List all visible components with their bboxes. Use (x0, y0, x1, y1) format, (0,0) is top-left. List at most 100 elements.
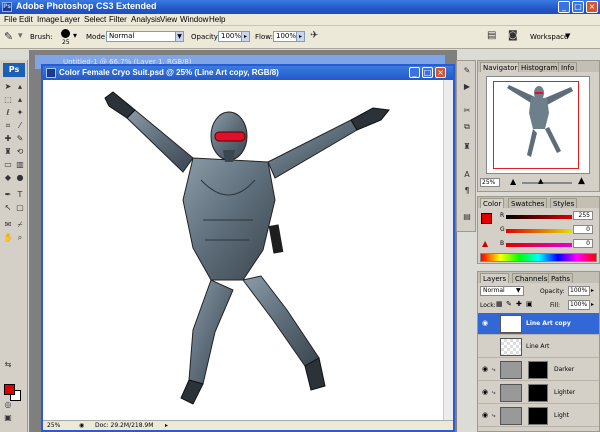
brush-tool-icon-side[interactable]: ✎ (15, 134, 25, 143)
visibility-eye-icon[interactable]: ◉ (480, 411, 490, 419)
tab-navigator[interactable]: Navigator (480, 62, 521, 72)
channel-r-value[interactable]: 255 (573, 211, 593, 220)
tab-channels[interactable]: Channels (512, 273, 551, 283)
menu-filter[interactable]: Filter (109, 15, 127, 24)
layer-opacity-arrow-icon[interactable]: ▸ (591, 287, 594, 294)
layer-mask-thumbnail[interactable] (528, 407, 548, 425)
history-panel-icon[interactable]: ▤ (461, 211, 473, 222)
navigator-zoom-field[interactable]: 25% (480, 178, 500, 187)
layer-row[interactable]: ◉ ⤷ Darker (478, 359, 599, 381)
shape-tool-icon[interactable]: ▢ (15, 203, 25, 212)
quick-mask-icon[interactable]: ◎ (3, 400, 13, 409)
opacity-slider-icon[interactable]: ▸ (241, 31, 250, 42)
tab-layers[interactable]: Layers (480, 273, 510, 283)
tab-swatches[interactable]: Swatches (508, 198, 548, 208)
tab-histogram[interactable]: Histogram (518, 62, 561, 72)
menu-layer[interactable]: Layer (60, 15, 80, 24)
magic-wand-tool-icon[interactable]: ✦ (15, 108, 25, 117)
path-selection-tool-icon[interactable]: ↖ (3, 203, 13, 212)
mode-select[interactable]: Normal (106, 31, 176, 42)
channel-b-value[interactable]: 0 (573, 239, 593, 248)
brush-tool-icon[interactable]: ✎ (4, 30, 13, 43)
mode-dropdown-icon[interactable]: ▼ (175, 31, 184, 42)
channel-r-slider[interactable] (506, 215, 572, 219)
clone-source-icon[interactable]: ♜ (461, 141, 473, 152)
layer-mask-thumbnail[interactable] (528, 384, 548, 402)
visibility-eye-icon[interactable] (480, 342, 490, 350)
vertical-scrollbar[interactable] (443, 80, 453, 420)
tab-color[interactable]: Color (480, 198, 505, 208)
menu-image[interactable]: Image (37, 15, 59, 24)
menu-analysis[interactable]: Analysis (131, 15, 161, 24)
eyedropper-tool-icon[interactable]: ⌿ (15, 220, 25, 229)
layer-row[interactable]: ◉ ⤷ Lighter (478, 382, 599, 404)
navigator-view-box[interactable] (493, 81, 579, 169)
zoom-out-icon[interactable]: ▲ (510, 177, 516, 186)
fill-arrow-icon[interactable]: ▸ (591, 301, 594, 308)
brush-picker-arrow-icon[interactable]: ▾ (73, 31, 77, 40)
menu-window[interactable]: Window (180, 15, 208, 24)
notes-tool-icon[interactable]: ✉ (3, 220, 13, 229)
flow-slider-icon[interactable]: ▸ (296, 31, 305, 42)
blend-mode-dropdown-icon[interactable]: ▼ (516, 287, 521, 294)
eraser-tool-icon[interactable]: ▭ (3, 160, 13, 169)
blur-tool-icon[interactable]: ◆ (3, 173, 13, 182)
swap-colors-icon[interactable]: ⇆ (3, 360, 13, 369)
brushes-panel-icon[interactable]: ✎ (461, 65, 473, 76)
history-brush-tool-icon[interactable]: ⟲ (15, 147, 25, 156)
airbrush-icon[interactable]: ✈ (310, 30, 318, 41)
menu-select[interactable]: Select (84, 15, 106, 24)
foreground-color-swatch[interactable] (4, 384, 15, 395)
lock-image-icon[interactable]: ✎ (506, 300, 512, 308)
menu-view[interactable]: View (160, 15, 177, 24)
menu-file[interactable]: File (4, 15, 17, 24)
flow-field[interactable]: 100% (273, 31, 297, 42)
color-ramp[interactable] (480, 253, 597, 262)
image-canvas[interactable] (43, 80, 443, 420)
opacity-field[interactable]: 100% (218, 31, 242, 42)
status-icon[interactable]: ◉ (79, 422, 84, 429)
minimize-icon[interactable]: _ (558, 1, 570, 13)
visibility-eye-icon[interactable]: ◉ (480, 365, 490, 373)
dodge-tool-icon[interactable]: ● (15, 173, 25, 182)
marquee-tool-icon[interactable]: ⬚ (3, 95, 13, 104)
bridge-icon[interactable]: ◙ (508, 30, 518, 41)
hand-tool-icon[interactable]: ✋ (3, 233, 13, 242)
document-minimize-icon[interactable]: _ (409, 67, 420, 78)
status-menu-arrow-icon[interactable]: ▸ (165, 422, 168, 429)
close-icon[interactable]: × (586, 1, 598, 13)
gradient-tool-icon[interactable]: ▥ (15, 160, 25, 169)
document-title[interactable]: Color Female Cryo Suit.psd @ 25% (Line A… (43, 66, 453, 80)
menu-help[interactable]: Help (209, 15, 225, 24)
clone-stamp-tool-icon[interactable]: ♜ (3, 147, 13, 156)
crop-tool-icon[interactable]: ⌗ (3, 121, 13, 130)
lasso-tool-icon[interactable]: ℓ (3, 108, 13, 117)
brush-preview[interactable] (61, 29, 70, 38)
fill-field[interactable]: 100% (568, 300, 590, 310)
palette-well-icon[interactable]: ▤ (487, 30, 496, 41)
paragraph-panel-icon[interactable]: ¶ (461, 185, 473, 196)
zoom-level[interactable]: 25% (47, 422, 60, 429)
lock-transparent-icon[interactable]: ▦ (496, 300, 503, 308)
tab-styles[interactable]: Styles (550, 198, 578, 208)
workspace-dropdown-icon[interactable]: ▼ (565, 32, 570, 40)
gamut-warning-icon[interactable]: ▲ (482, 239, 488, 248)
navigator-thumbnail[interactable] (486, 76, 590, 174)
marquee-tool-arrow-icon[interactable]: ▴ (15, 95, 25, 104)
lock-position-icon[interactable]: ✚ (516, 300, 522, 308)
zoom-tool-icon[interactable]: ⌕ (15, 233, 25, 242)
zoom-slider[interactable] (522, 182, 572, 184)
pen-tool-icon[interactable]: ✒ (3, 190, 13, 199)
character-panel-icon[interactable]: A (461, 169, 473, 180)
layer-row[interactable]: ◉ ⤷ Light (478, 405, 599, 427)
zoom-slider-thumb-icon[interactable]: ▲ (538, 177, 543, 185)
layer-opacity-field[interactable]: 100% (568, 286, 590, 296)
layer-mask-thumbnail[interactable] (528, 361, 548, 379)
layer-row[interactable]: ◉ Line Art copy (478, 313, 599, 335)
healing-brush-tool-icon[interactable]: ✚ (3, 134, 13, 143)
menu-edit[interactable]: Edit (19, 15, 33, 24)
zoom-in-icon[interactable]: ▲ (578, 176, 585, 186)
tab-paths[interactable]: Paths (548, 273, 574, 283)
tool-presets-icon[interactable]: ✂ (461, 105, 473, 116)
screen-mode-icon[interactable]: ▣ (3, 413, 13, 422)
